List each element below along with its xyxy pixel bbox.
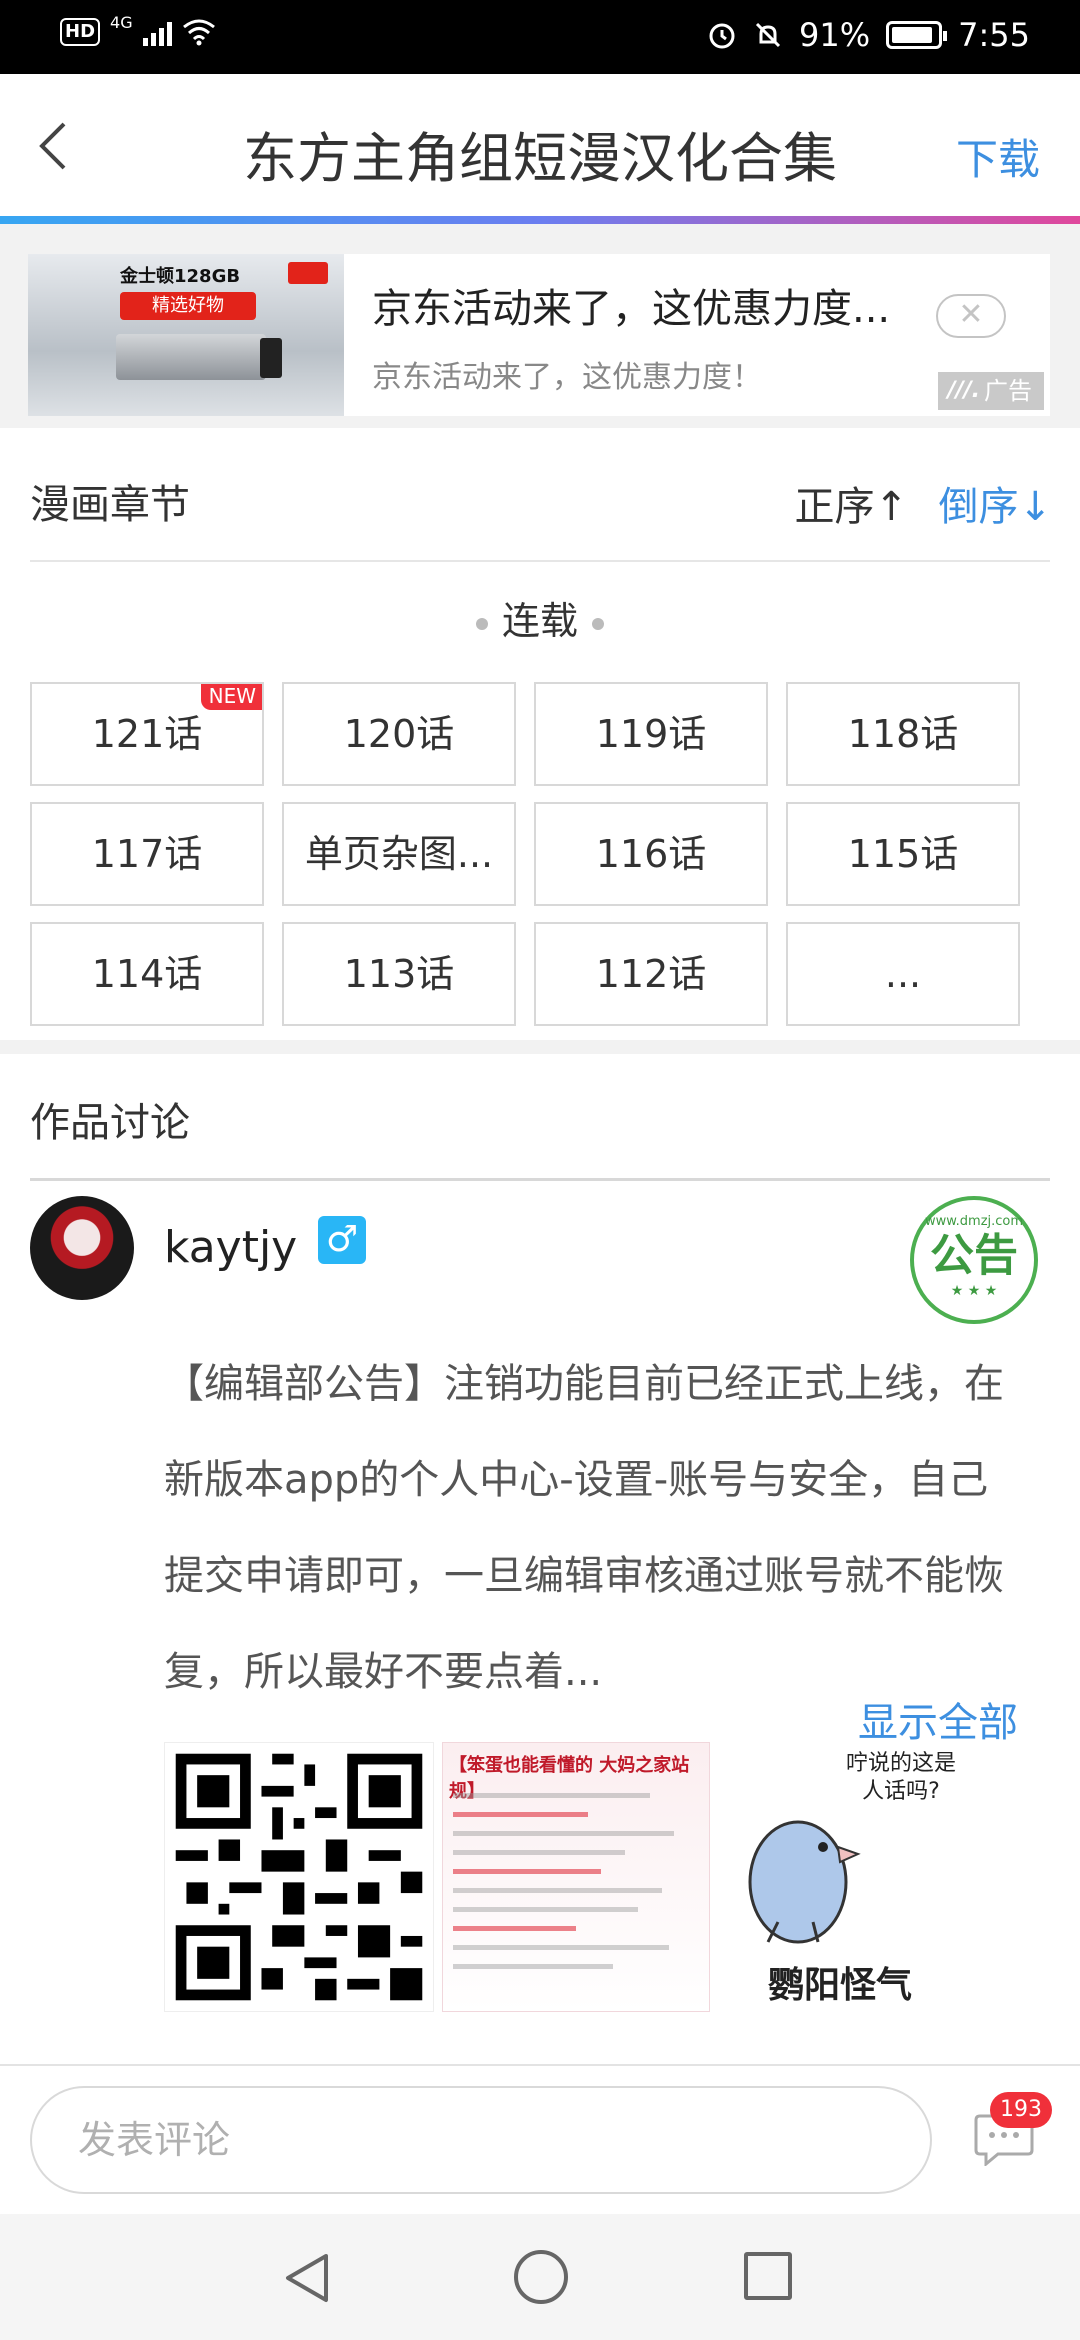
chapter-button[interactable]: 119话 — [534, 682, 768, 786]
chapter-label: 114话 — [91, 952, 203, 996]
network-type: 4G — [110, 12, 133, 32]
chapter-button[interactable]: 115话 — [786, 802, 1020, 906]
avatar[interactable] — [30, 1196, 134, 1300]
clock: 7:55 — [958, 16, 1030, 54]
chapter-button[interactable]: 117话 — [30, 802, 264, 906]
chapter-label: 113话 — [343, 952, 455, 996]
ad-badge-icon: ///. — [947, 378, 980, 403]
ad-brand-text: 金士顿128GB — [120, 266, 241, 287]
chapter-label: 118话 — [847, 712, 959, 756]
chapter-button[interactable]: 单页杂图... — [282, 802, 516, 906]
dot-icon — [475, 617, 488, 630]
rules-text-lines — [453, 1793, 699, 1983]
seal-site-text: www.dmzj.com — [924, 1214, 1024, 1229]
more-chapters-button[interactable]: ... — [786, 922, 1020, 1026]
comment-count-badge: 193 — [990, 2092, 1052, 2128]
serial-status-label: 连载 — [0, 590, 1080, 645]
battery-percent: 91% — [799, 16, 871, 54]
chapter-label: ... — [884, 952, 922, 996]
close-icon: ✕ — [958, 297, 984, 332]
chapter-button[interactable]: 113话 — [282, 922, 516, 1026]
usb-cap — [260, 338, 282, 378]
chapter-label: 121话 — [91, 712, 203, 756]
chapter-button[interactable]: 114话 — [30, 922, 264, 1026]
username[interactable]: kaytjy — [164, 1222, 297, 1273]
ad-close-button[interactable]: ✕ — [936, 294, 1006, 338]
page-title: 东方主角组短漫汉化合集 — [243, 127, 837, 190]
usb-drive-image — [116, 334, 266, 380]
chapter-button[interactable]: 120话 — [282, 682, 516, 786]
post-text: 【编辑部公告】注销功能目前已经正式上线，在新版本app的个人中心-设置-账号与安… — [164, 1361, 1004, 1695]
ad-title[interactable]: 京东活动来了，这优惠力度... — [372, 276, 890, 334]
download-button[interactable]: 下载 — [956, 126, 1040, 187]
dot-icon — [592, 617, 604, 630]
ad-badge-label: 广告 — [984, 377, 1032, 405]
sort-descending-button[interactable]: 倒序↓ — [938, 474, 1052, 532]
comment-bar: 193 — [0, 2064, 1080, 2214]
wifi-icon — [182, 19, 215, 46]
chapter-button[interactable]: 112话 — [534, 922, 768, 1026]
ad-tag: 精选好物 — [120, 292, 256, 320]
chapter-label: 117话 — [91, 832, 203, 876]
divider — [30, 560, 1050, 562]
signal-icon — [142, 18, 172, 46]
alarm-icon — [709, 23, 735, 49]
header-gradient-line — [0, 216, 1080, 224]
parrot-icon — [748, 1820, 861, 1944]
status-bar: HD 4G 91% 7:55 — [0, 0, 1080, 74]
seal-stars-icon: ★ ★ ★ — [950, 1283, 998, 1299]
chapter-label: 120话 — [343, 712, 455, 756]
divider — [30, 1178, 1050, 1181]
discussion-section: 作品讨论 kaytjy ♂ www.dmzj.com 公告 ★ ★ ★ 【编辑部… — [0, 1054, 1080, 2064]
male-gender-icon: ♂ — [318, 1216, 366, 1264]
serial-status-text: 连载 — [501, 599, 578, 643]
battery-icon — [886, 21, 948, 49]
notice-seal-icon: www.dmzj.com 公告 ★ ★ ★ — [910, 1196, 1038, 1324]
nav-back-icon[interactable] — [282, 2252, 332, 2304]
top-header: 东方主角组短漫汉化合集 下载 — [0, 74, 1080, 216]
ad-logo — [288, 262, 328, 284]
nav-home-icon[interactable] — [514, 2250, 568, 2304]
ad-description: 京东活动来了，这优惠力度！ — [372, 360, 762, 395]
new-badge: NEW — [200, 684, 262, 710]
qr-code-icon — [175, 1753, 423, 2001]
sort-ascending-button[interactable]: 正序↑ — [794, 474, 908, 532]
hd-indicator: HD — [60, 18, 101, 46]
chapter-label: 112话 — [595, 952, 707, 996]
chapter-grid: 121话 NEW 120话 119话 118话 117话 单页杂图... 116话… — [30, 682, 1050, 1026]
ad-badge: ///. 广告 — [937, 372, 1044, 410]
chapter-label: 119话 — [595, 712, 707, 756]
mute-bell-icon — [755, 22, 781, 48]
ad-banner[interactable]: 金士顿128GB 精选好物 京东活动来了，这优惠力度... 京东活动来了，这优惠… — [28, 254, 1050, 416]
chapter-label: 115话 — [847, 832, 959, 876]
site-rules-image[interactable]: 【笨蛋也能看懂的 大妈之家站规】 — [442, 1742, 710, 2012]
chapter-button[interactable]: 118话 — [786, 682, 1020, 786]
comment-input[interactable] — [30, 2086, 932, 2194]
chapter-label: 单页杂图... — [304, 832, 494, 876]
parrot-meme-image[interactable]: 咛说的这是人话吗? 鹦阳怪气 — [718, 1742, 988, 2012]
show-all-link[interactable]: 显示全部 — [858, 1690, 1018, 1748]
chapter-label: 116话 — [595, 832, 707, 876]
nav-recent-apps-icon[interactable] — [744, 2252, 792, 2300]
chapter-button[interactable]: 116话 — [534, 802, 768, 906]
discussion-section-title: 作品讨论 — [30, 1100, 190, 1146]
system-nav-bar — [0, 2214, 1080, 2340]
chapter-button[interactable]: 121话 NEW — [30, 682, 264, 786]
meme-caption: 鹦阳怪气 — [768, 1965, 913, 2006]
seal-word: 公告 — [930, 1230, 1018, 1281]
chapter-section-title: 漫画章节 — [30, 482, 190, 528]
ad-image[interactable]: 金士顿128GB 精选好物 — [28, 254, 344, 416]
qr-code-image[interactable] — [164, 1742, 434, 2012]
chapter-section: 漫画章节 正序↑ 倒序↓ 连载 121话 NEW 120话 119话 118话 1… — [0, 428, 1080, 1040]
